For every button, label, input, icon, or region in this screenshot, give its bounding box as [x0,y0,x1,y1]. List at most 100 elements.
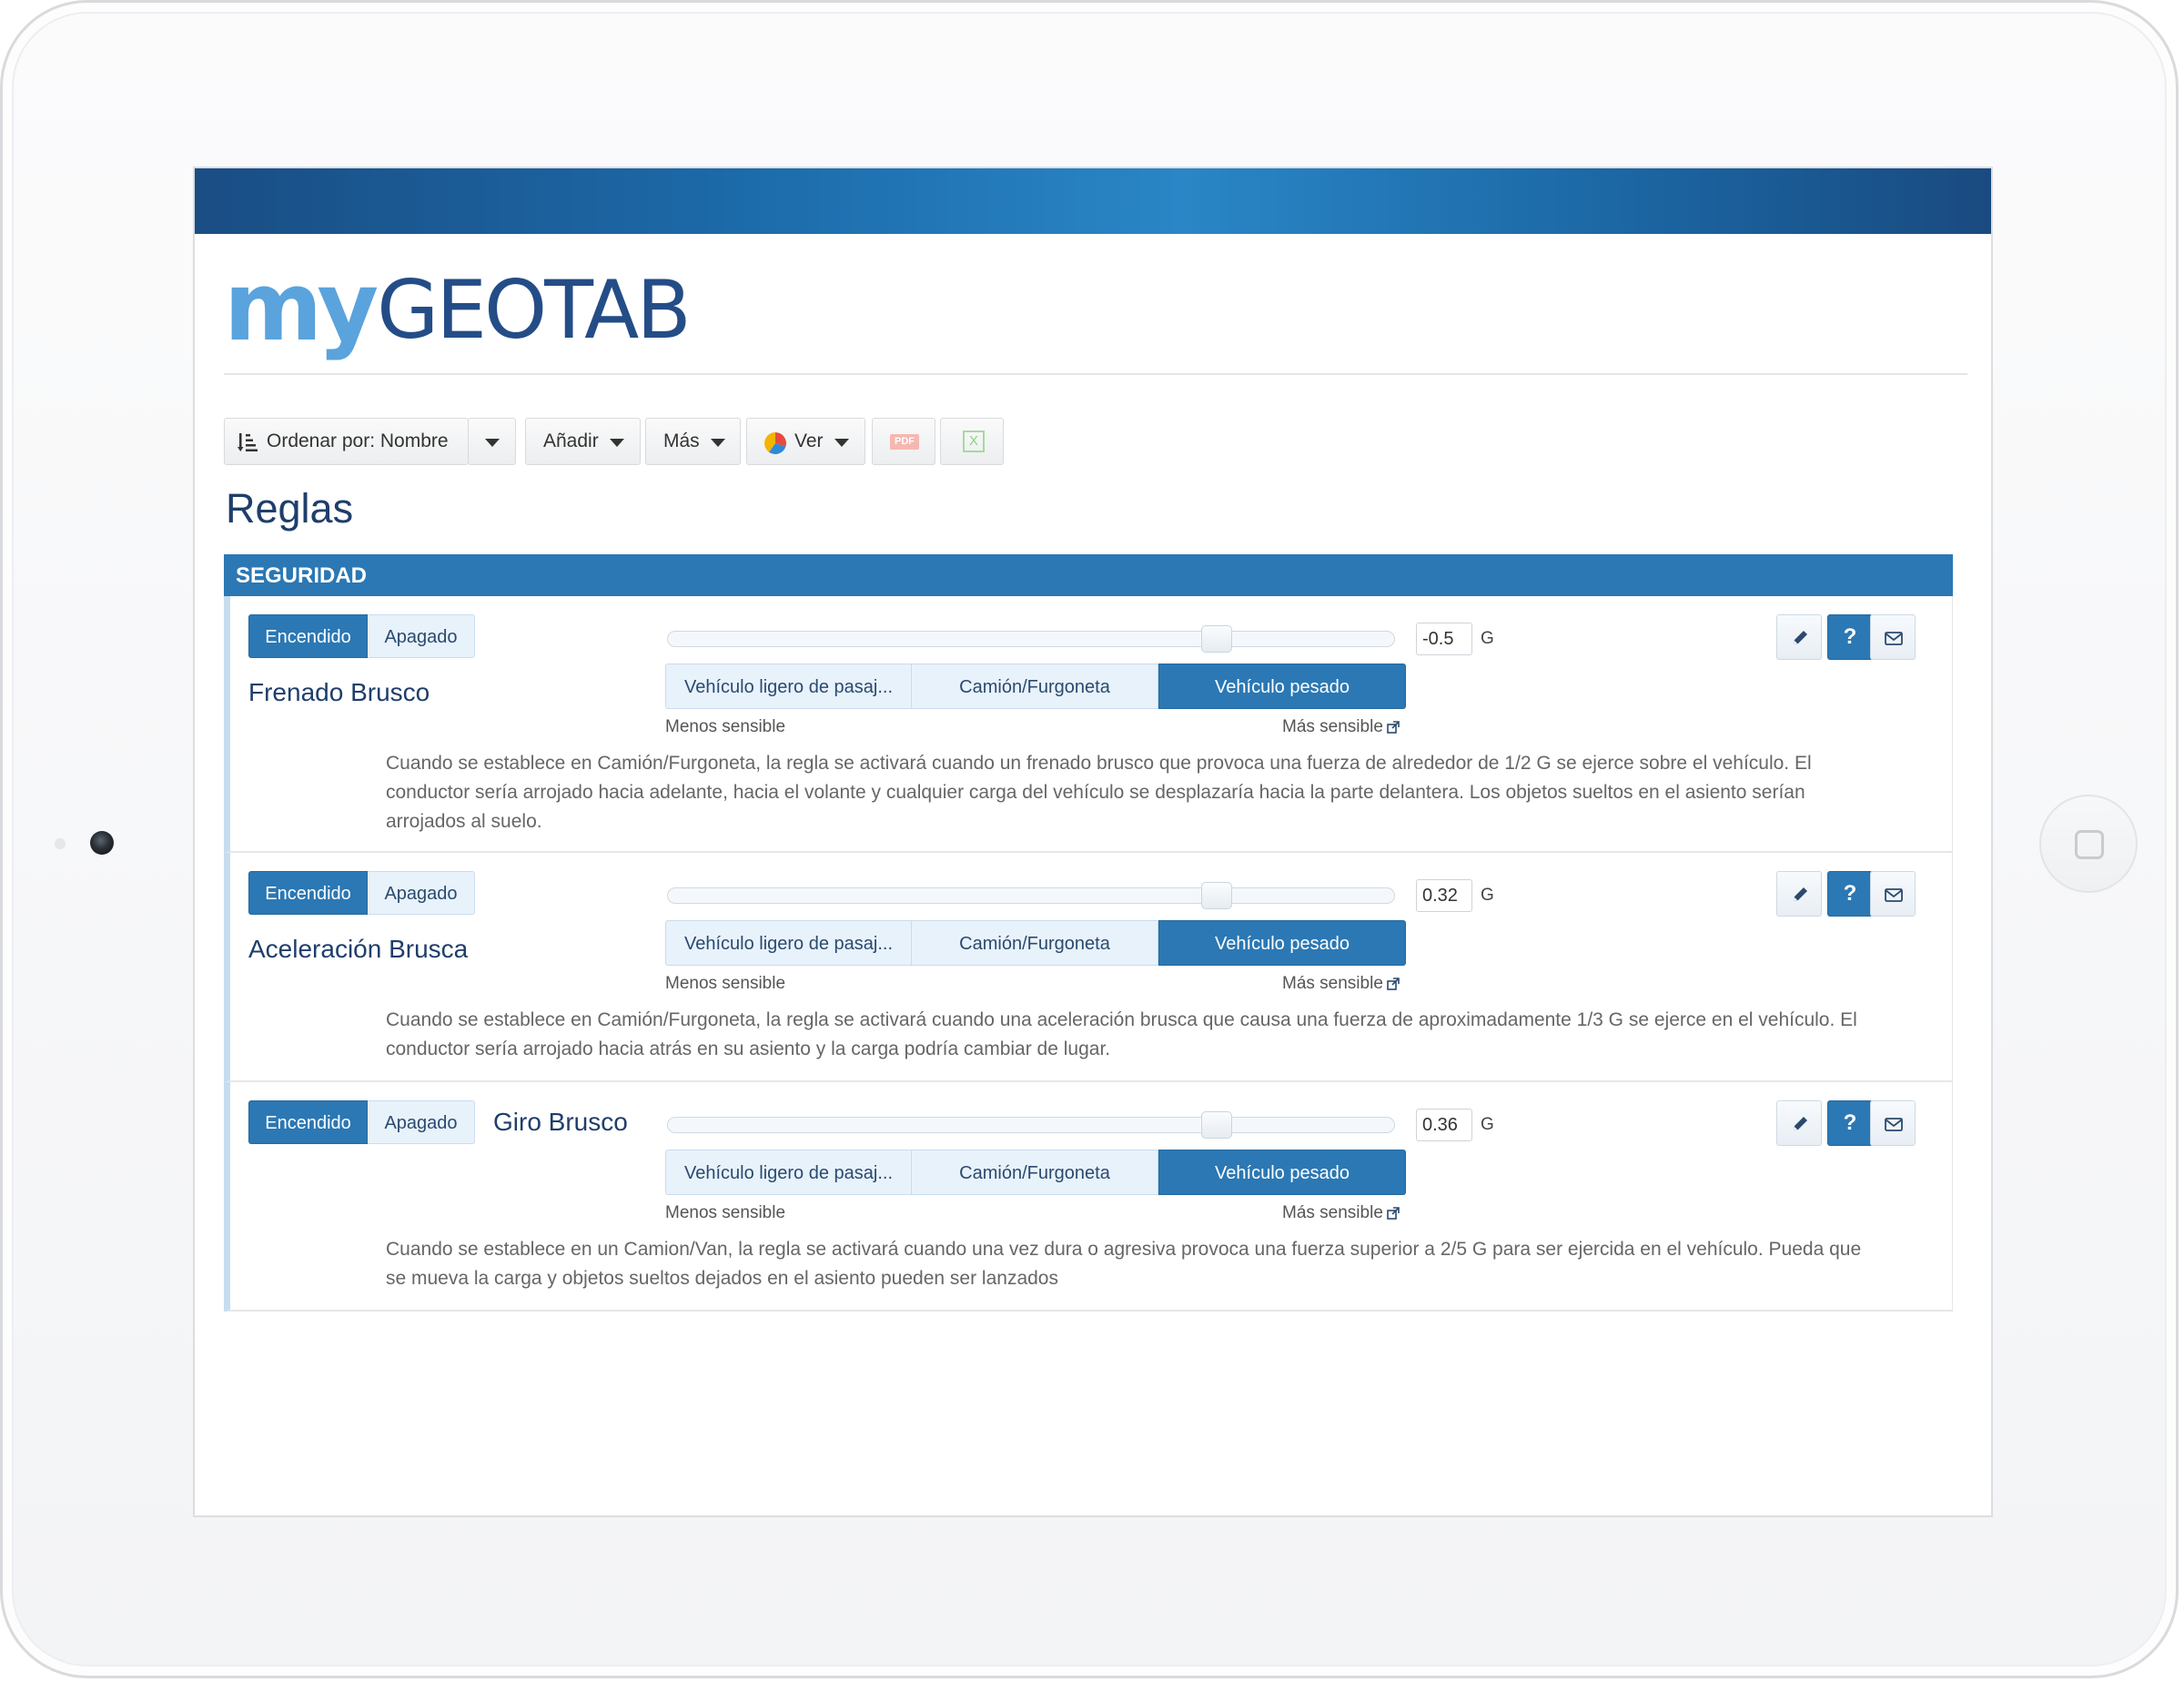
question-icon: ? [1843,624,1857,649]
more-sensitive-link[interactable]: Más sensible [1282,717,1400,737]
help-button[interactable]: ? [1827,871,1873,917]
rule-toggle[interactable]: Encendido Apagado [248,871,475,915]
less-sensitive-label: Menos sensible [665,717,786,736]
rule-description: Cuando se establece en un Camion/Van, la… [386,1239,1862,1289]
vehicle-type-selector[interactable]: Vehículo ligero de pasaj... Camión/Furgo… [665,920,1406,966]
sensitivity-slider[interactable] [667,1117,1395,1133]
envelope-icon [1885,632,1903,645]
edit-button[interactable] [1776,1100,1822,1146]
question-icon: ? [1843,881,1857,906]
threshold-value[interactable]: 0.32 [1416,879,1472,912]
rule-row-giro: Encendido Apagado Giro Brusco 0.36 G Veh… [224,1082,1953,1312]
sort-dropdown-button[interactable] [468,418,516,465]
camera-icon [90,831,114,855]
rule-row-aceleracion: Encendido Apagado Aceleración Brusca 0.3… [224,853,1953,1082]
sensitivity-slider[interactable] [667,631,1395,647]
rule-name[interactable]: Frenado Brusco [248,678,430,707]
pencil-icon [1794,887,1807,901]
external-link-icon [1387,1207,1400,1220]
help-button[interactable]: ? [1827,1100,1873,1146]
home-button[interactable] [2039,795,2138,893]
chevron-down-icon [711,439,725,447]
more-sensitive-label: Más sensible [1282,974,1383,993]
rule-toggle[interactable]: Encendido Apagado [248,614,475,658]
toggle-on-button[interactable]: Encendido [248,871,368,915]
app-screen: myGEOTAB Ordenar por: Nombre Añadir Más … [193,167,1993,1517]
rule-description: Cuando se establece en Camión/Furgoneta,… [386,753,1812,832]
edit-button[interactable] [1776,871,1822,917]
envelope-icon [1885,888,1903,902]
more-button[interactable]: Más [645,418,741,465]
less-sensitive-label: Menos sensible [665,974,786,993]
add-label: Añadir [543,431,599,451]
vehicle-light-button[interactable]: Vehículo ligero de pasaj... [665,920,912,966]
sensor-dot [55,838,66,849]
view-label: Ver [794,431,824,451]
header-divider [224,373,1967,375]
threshold-value[interactable]: 0.36 [1416,1109,1472,1141]
section-header: SEGURIDAD [224,554,1953,596]
more-sensitive-link[interactable]: Más sensible [1282,1203,1400,1223]
sort-button[interactable]: Ordenar por: Nombre [224,418,469,465]
pdf-export-button[interactable]: PDF [872,418,935,465]
sort-icon [238,433,258,451]
more-sensitive-link[interactable]: Más sensible [1282,974,1400,994]
unit-label: G [1481,886,1494,905]
slider-handle[interactable] [1201,625,1232,653]
sensitivity-slider[interactable] [667,887,1395,904]
rule-name[interactable]: Giro Brusco [493,1108,628,1137]
pencil-icon [1794,1117,1807,1130]
external-link-icon [1387,721,1400,734]
rule-description: Cuando se establece en Camión/Furgoneta,… [386,1009,1857,1059]
rule-name[interactable]: Aceleración Brusca [248,935,468,964]
rule-row-frenado: Encendido Apagado Frenado Brusco -0.5 G … [224,596,1953,853]
email-notification-button[interactable] [1870,614,1916,660]
rules-section: SEGURIDAD Encendido Apagado Frenado Brus… [224,554,1953,1312]
toggle-off-button[interactable]: Apagado [368,871,475,915]
toggle-off-button[interactable]: Apagado [368,1100,475,1144]
more-sensitive-label: Más sensible [1282,1203,1383,1222]
pencil-icon [1794,631,1807,644]
toggle-on-button[interactable]: Encendido [248,1100,368,1144]
logo-my: my [224,251,379,362]
threshold-value[interactable]: -0.5 [1416,623,1472,655]
more-sensitive-label: Más sensible [1282,717,1383,736]
vehicle-light-button[interactable]: Vehículo ligero de pasaj... [665,1150,912,1195]
email-notification-button[interactable] [1870,1100,1916,1146]
excel-export-button[interactable]: X [940,418,1004,465]
vehicle-van-button[interactable]: Camión/Furgoneta [912,664,1158,709]
slider-handle[interactable] [1201,882,1232,909]
envelope-icon [1885,1118,1903,1131]
rule-toggle[interactable]: Encendido Apagado [248,1100,475,1144]
help-button[interactable]: ? [1827,614,1873,660]
home-square-icon [2075,830,2104,859]
vehicle-van-button[interactable]: Camión/Furgoneta [912,1150,1158,1195]
vehicle-type-selector[interactable]: Vehículo ligero de pasaj... Camión/Furgo… [665,1150,1406,1195]
toggle-on-button[interactable]: Encendido [248,614,368,658]
vehicle-heavy-button[interactable]: Vehículo pesado [1158,1150,1406,1195]
excel-icon: X [963,431,985,452]
sort-label: Ordenar por: Nombre [267,431,449,451]
vehicle-heavy-button[interactable]: Vehículo pesado [1158,664,1406,709]
more-label: Más [663,431,700,451]
vehicle-van-button[interactable]: Camión/Furgoneta [912,920,1158,966]
mygeotab-logo: myGEOTAB [224,258,692,358]
view-button[interactable]: Ver [746,418,865,465]
external-link-icon [1387,978,1400,990]
toggle-off-button[interactable]: Apagado [368,614,475,658]
vehicle-light-button[interactable]: Vehículo ligero de pasaj... [665,664,912,709]
pie-chart-icon [764,432,786,454]
less-sensitive-label: Menos sensible [665,1203,786,1222]
slider-handle[interactable] [1201,1111,1232,1139]
top-banner [195,168,1991,234]
page-title: Reglas [226,485,354,532]
unit-label: G [1481,1115,1494,1134]
add-button[interactable]: Añadir [525,418,641,465]
unit-label: G [1481,629,1494,648]
vehicle-heavy-button[interactable]: Vehículo pesado [1158,920,1406,966]
vehicle-type-selector[interactable]: Vehículo ligero de pasaj... Camión/Furgo… [665,664,1406,709]
edit-button[interactable] [1776,614,1822,660]
email-notification-button[interactable] [1870,871,1916,917]
logo-geotab: GEOTAB [377,263,692,357]
question-icon: ? [1843,1110,1857,1135]
